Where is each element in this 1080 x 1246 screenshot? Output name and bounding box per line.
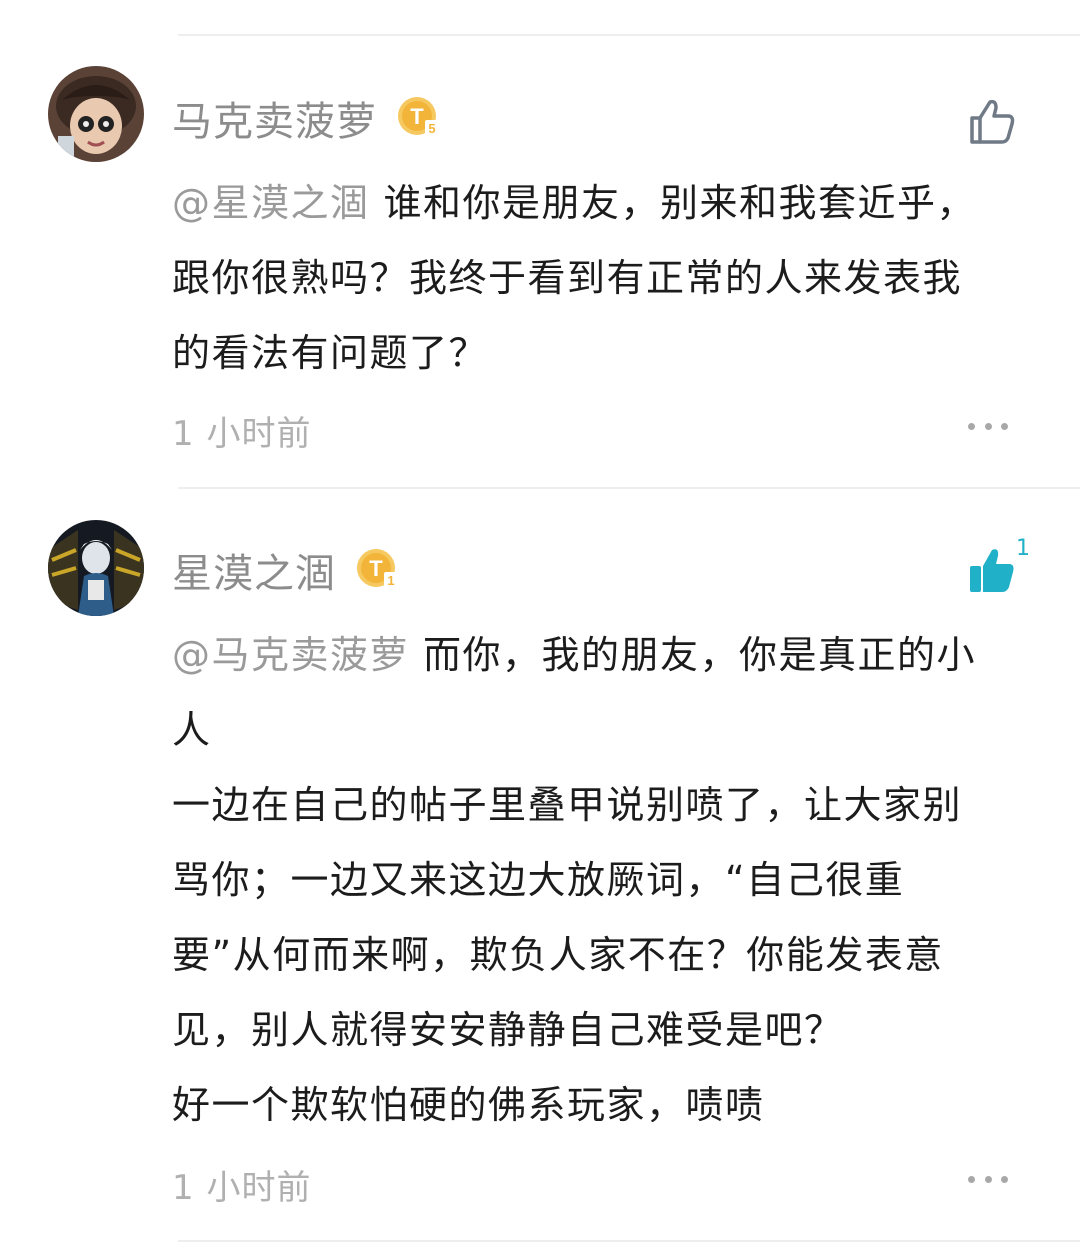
- avatar-doll-icon: [48, 66, 144, 162]
- comment-text: 谁和你是朋友，别来和我套近乎，: [383, 181, 977, 225]
- comment-line: @马克卖菠萝 而你，我的朋友，你是真正的小: [172, 618, 1042, 693]
- dot-icon: [968, 422, 975, 430]
- username[interactable]: 星漠之涸: [172, 541, 336, 599]
- comment-divider: [178, 487, 1080, 489]
- comment-divider: [178, 1240, 1080, 1242]
- dot-icon: [968, 1175, 975, 1183]
- comment-body: @星漠之涸 谁和你是朋友，别来和我套近乎， 跟你很熟吗？我终于看到有正常的人来发表…: [172, 166, 1042, 391]
- dot-icon: [984, 422, 992, 430]
- dot-icon: [984, 1175, 992, 1183]
- svg-text:5: 5: [428, 121, 435, 136]
- avatar[interactable]: [48, 66, 144, 162]
- top-divider: [178, 34, 1080, 36]
- avatar-character-icon: [48, 520, 144, 616]
- dot-icon: [1001, 422, 1008, 430]
- like-count: 1: [1016, 536, 1030, 561]
- svg-text:T: T: [369, 556, 383, 581]
- comment-text: 而你，我的朋友，你是真正的小: [423, 633, 977, 677]
- comment-text: 好一个欺软怕硬的佛系玩家，啧啧: [172, 1083, 765, 1127]
- like-button[interactable]: [964, 542, 1020, 598]
- comment-text: 骂你；一边又来这边大放厥词，“自己很重: [172, 858, 905, 902]
- username[interactable]: 马克卖菠萝: [172, 89, 377, 147]
- timestamp: 1 小时前: [172, 1168, 312, 1208]
- comment-body: @马克卖菠萝 而你，我的朋友，你是真正的小 人 一边在自己的帖子里叠甲说别喷了，让…: [172, 618, 1042, 1143]
- like-button[interactable]: [964, 94, 1020, 150]
- username-row: 马克卖菠萝 T 5: [172, 90, 441, 146]
- level-badge-icon: T 5: [397, 96, 441, 140]
- dot-icon: [1001, 1175, 1008, 1183]
- timestamp: 1 小时前: [172, 414, 312, 454]
- comment-text: 人: [172, 708, 212, 752]
- comment-text: 跟你很熟吗？我终于看到有正常的人来发表我: [172, 256, 963, 300]
- level-badge-icon: T 1: [356, 548, 400, 592]
- mention-link[interactable]: @星漠之涸: [172, 181, 370, 225]
- avatar[interactable]: [48, 520, 144, 616]
- svg-text:T: T: [410, 104, 424, 129]
- comment-text: 的看法有问题了？: [172, 331, 489, 375]
- username-row: 星漠之涸 T 1: [172, 542, 400, 598]
- comment-text: 要”从何而来啊，欺负人家不在？你能发表意: [172, 933, 944, 977]
- more-options-button[interactable]: [968, 418, 1008, 434]
- more-options-button[interactable]: [968, 1171, 1008, 1187]
- thumbs-up-filled-icon: [970, 549, 1014, 592]
- comment-text: 一边在自己的帖子里叠甲说别喷了，让大家别: [172, 783, 963, 827]
- comment-line: @星漠之涸 谁和你是朋友，别来和我套近乎，: [172, 166, 1042, 241]
- mention-link[interactable]: @马克卖菠萝: [172, 633, 409, 677]
- comment-text: 见，别人就得安安静静自己难受是吧？: [172, 1008, 844, 1052]
- thumbs-up-outline-icon: [970, 99, 1015, 144]
- svg-text:1: 1: [387, 573, 394, 588]
